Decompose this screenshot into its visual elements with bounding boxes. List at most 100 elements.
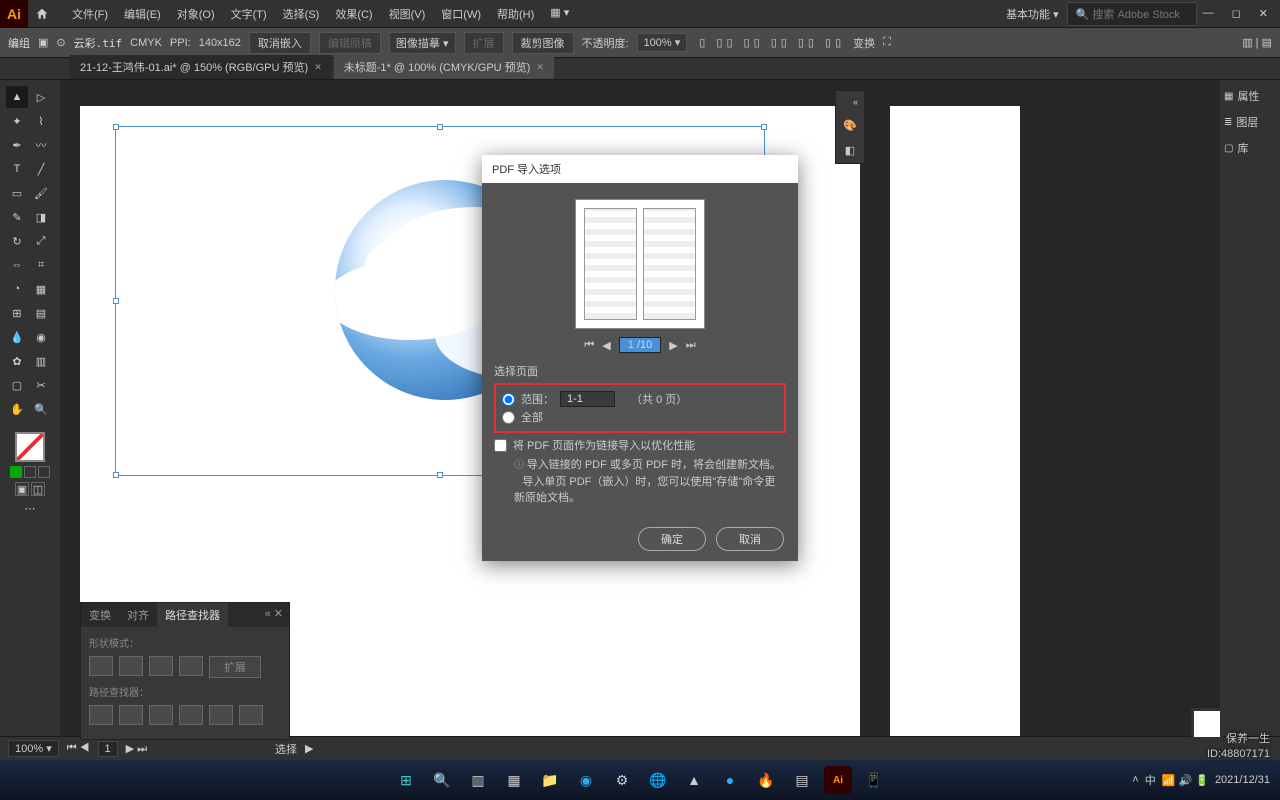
menu-select[interactable]: 选择(S): [277, 3, 326, 25]
slice-tool[interactable]: ✂: [30, 374, 52, 396]
pathfinder-panel[interactable]: 变换 对齐 路径查找器 « ✕ 形状模式： 扩展 路径查找器：: [80, 602, 290, 740]
color-icon[interactable]: 🎨: [836, 113, 864, 138]
transform-label[interactable]: 变换: [853, 35, 875, 51]
align-tab[interactable]: 对齐: [119, 603, 157, 627]
menu-edit[interactable]: 编辑(E): [118, 3, 167, 25]
rotate-tool[interactable]: ↻: [6, 230, 28, 252]
search-taskbar-icon[interactable]: 🔍: [428, 766, 456, 794]
eyedropper-tool[interactable]: 💧: [6, 326, 28, 348]
page-number-input[interactable]: 1 /10: [619, 337, 661, 353]
system-tray[interactable]: ˄ 中 📶 🔊 🔋 2021/12/31: [1132, 772, 1270, 788]
widgets-icon[interactable]: ▦: [500, 766, 528, 794]
transform-tab[interactable]: 变换: [81, 603, 119, 627]
libraries-panel-tab[interactable]: ▢ 库: [1224, 140, 1276, 156]
edit-toolbar-icon[interactable]: ⋯: [6, 502, 54, 515]
tool-hint-icon[interactable]: ▶: [305, 742, 313, 755]
close-tab-icon[interactable]: ✕: [314, 62, 322, 73]
width-tool[interactable]: ⇔: [6, 254, 28, 276]
target-icon[interactable]: ⊙: [56, 36, 65, 49]
app-icon-2[interactable]: 🔥: [752, 766, 780, 794]
link-checkbox[interactable]: [494, 439, 507, 452]
eraser-tool[interactable]: ◨: [30, 206, 52, 228]
ai-taskbar-icon[interactable]: Ai: [824, 766, 852, 794]
close-flyout-icon[interactable]: «: [836, 91, 864, 113]
close-tab-icon[interactable]: ✕: [536, 62, 544, 73]
embed-icon[interactable]: ▣: [38, 36, 48, 49]
cancel-button[interactable]: 取消: [716, 527, 784, 551]
explorer-icon[interactable]: 📁: [536, 766, 564, 794]
last-page-icon[interactable]: ⏭: [686, 339, 696, 352]
artboard-tool[interactable]: ▢: [6, 374, 28, 396]
phone-icon[interactable]: 📱: [860, 766, 888, 794]
perspective-tool[interactable]: ▦: [30, 278, 52, 300]
home-icon[interactable]: [28, 0, 56, 28]
menu-effect[interactable]: 效果(C): [329, 3, 378, 25]
collapse-icon[interactable]: « ✕: [259, 603, 289, 627]
crop-pf-button[interactable]: [179, 705, 203, 725]
calc-icon[interactable]: ▤: [788, 766, 816, 794]
qq-icon[interactable]: ●: [716, 766, 744, 794]
lasso-tool[interactable]: ⌇: [30, 110, 52, 132]
next-page-icon[interactable]: ▶: [669, 339, 677, 352]
hand-tool[interactable]: ✋: [6, 398, 28, 420]
settings-icon[interactable]: ⚙: [608, 766, 636, 794]
tray-up-icon[interactable]: ˄: [1132, 774, 1138, 786]
menu-file[interactable]: 文件(F): [66, 3, 114, 25]
image-trace-dropdown[interactable]: 图像描摹 ▾: [389, 32, 456, 54]
edge-icon[interactable]: ◉: [572, 766, 600, 794]
search-input[interactable]: 🔍 搜索 Adobe Stock: [1067, 2, 1197, 26]
arrange-icon[interactable]: ▦ ▾: [544, 3, 575, 25]
blend-tool[interactable]: ◉: [30, 326, 52, 348]
minimize-button[interactable]: —: [1197, 5, 1220, 22]
menu-help[interactable]: 帮助(H): [491, 3, 540, 25]
opacity-input[interactable]: 100% ▾: [637, 33, 688, 52]
layers-panel-tab[interactable]: ≣ 图层: [1224, 114, 1276, 130]
app-icon[interactable]: ▲: [680, 766, 708, 794]
free-transform-tool[interactable]: ⌗: [30, 254, 52, 276]
first-page-icon[interactable]: ⏮: [584, 339, 594, 352]
shaper-tool[interactable]: ✎: [6, 206, 28, 228]
outline-button[interactable]: [209, 705, 233, 725]
next-artboard-icon[interactable]: ▶ ⏭: [126, 742, 147, 756]
document-tab[interactable]: 未标题-1* @ 100% (CMYK/GPU 预览)✕: [334, 55, 554, 79]
exclude-button[interactable]: [179, 656, 203, 676]
graph-tool[interactable]: ▥: [30, 350, 52, 372]
align-buttons[interactable]: ▯ ▯▯ ▯▯ ▯▯ ▯▯ ▯▯: [699, 36, 845, 49]
crop-button[interactable]: 裁剪图像: [512, 32, 574, 54]
unite-button[interactable]: [89, 656, 113, 676]
clock[interactable]: 2021/12/31: [1215, 774, 1270, 786]
properties-panel-tab[interactable]: ▦ 属性: [1224, 88, 1276, 104]
magic-wand-tool[interactable]: ✦: [6, 110, 28, 132]
start-button[interactable]: ⊞: [392, 766, 420, 794]
unembed-button[interactable]: 取消嵌入: [249, 32, 311, 54]
ok-button[interactable]: 确定: [638, 527, 706, 551]
line-tool[interactable]: ╱: [30, 158, 52, 180]
scale-tool[interactable]: ⤢: [30, 230, 52, 252]
document-tab[interactable]: 21-12-王鸿伟-01.ai* @ 150% (RGB/GPU 预览)✕: [70, 55, 332, 79]
menu-window[interactable]: 窗口(W): [435, 3, 487, 25]
divide-button[interactable]: [89, 705, 113, 725]
close-button[interactable]: ✕: [1253, 5, 1274, 22]
prev-page-icon[interactable]: ◀: [602, 339, 610, 352]
fill-stroke-control[interactable]: ▣◫ ⋯: [6, 430, 54, 515]
selection-tool[interactable]: ▲: [6, 86, 28, 108]
contextual-panel[interactable]: « 🎨 ◧: [835, 90, 865, 164]
workspace-switcher[interactable]: 基本功能 ▾: [998, 4, 1067, 24]
minus-front-button[interactable]: [119, 656, 143, 676]
maximize-button[interactable]: ◻: [1226, 5, 1247, 22]
rectangle-tool[interactable]: ▭: [6, 182, 28, 204]
panel-toggle-icon[interactable]: ▥ | ▤: [1242, 36, 1272, 49]
merge-button[interactable]: [149, 705, 173, 725]
direct-selection-tool[interactable]: ▷: [30, 86, 52, 108]
first-artboard-icon[interactable]: ⏮ ◀: [67, 742, 90, 755]
shape-builder-tool[interactable]: ◔: [6, 278, 28, 300]
range-input[interactable]: [560, 391, 615, 407]
menu-object[interactable]: 对象(O): [171, 3, 221, 25]
symbol-sprayer-tool[interactable]: ✿: [6, 350, 28, 372]
pen-tool[interactable]: ✒: [6, 134, 28, 156]
all-radio[interactable]: [502, 411, 515, 424]
chrome-icon[interactable]: 🌐: [644, 766, 672, 794]
zoom-level[interactable]: 100% ▾: [8, 740, 59, 757]
curvature-tool[interactable]: 〰: [30, 134, 52, 156]
range-radio[interactable]: [502, 393, 515, 406]
